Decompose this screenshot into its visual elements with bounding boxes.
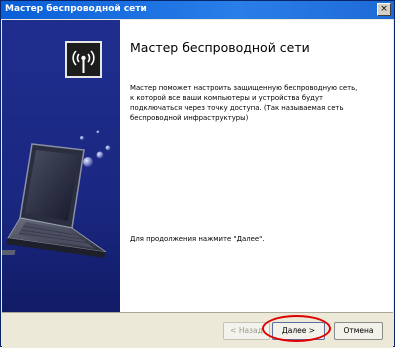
- wireless-antenna-icon: [65, 41, 102, 78]
- wizard-description: Мастер поможет настроить защищенную бесп…: [130, 84, 358, 122]
- sidebar-banner: [2, 20, 120, 312]
- back-button[interactable]: < Назад: [223, 322, 270, 340]
- close-icon: ×: [380, 4, 388, 14]
- window-title: Мастер беспроводной сети: [5, 4, 147, 14]
- cancel-button[interactable]: Отмена: [334, 322, 383, 340]
- laptop-illustration: [2, 20, 120, 312]
- wizard-content: Мастер беспроводной сети Мастер поможет …: [2, 20, 393, 312]
- wizard-window: Мастер беспроводной сети × Мастер беспро…: [0, 0, 395, 348]
- next-button[interactable]: Далее >: [272, 322, 325, 340]
- button-bar: < Назад Далее > Отмена: [2, 312, 393, 348]
- wizard-heading: Мастер беспроводной сети: [130, 40, 310, 55]
- continue-hint: Для продолжения нажмите "Далее".: [130, 235, 265, 243]
- title-bar[interactable]: Мастер беспроводной сети ×: [1, 1, 394, 19]
- close-button[interactable]: ×: [377, 3, 391, 16]
